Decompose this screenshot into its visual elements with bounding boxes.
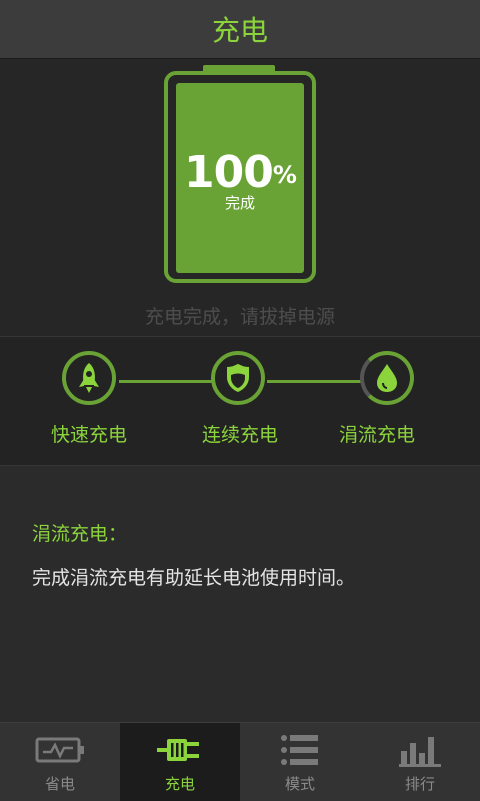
battery-percent-value: 100 — [184, 147, 274, 198]
rocket-icon — [79, 363, 99, 393]
rapid-charge-step[interactable] — [62, 351, 116, 405]
shield-icon — [227, 364, 249, 392]
mode-description-title: 涓流充电： — [32, 523, 128, 545]
continuous-charge-step[interactable] — [211, 351, 265, 405]
rapid-charge-label: 快速充电 — [50, 424, 127, 446]
battery-state-label: 完成 — [224, 194, 255, 212]
charge-status-text: 充电完成，请拔掉电源 — [144, 306, 335, 328]
bar-chart-icon — [399, 737, 441, 767]
list-icon — [281, 735, 318, 765]
step-connector-2 — [267, 380, 361, 383]
battery-percent-sign: % — [272, 161, 297, 189]
title-bar: 充电 — [0, 0, 480, 59]
tab-power-saving-label: 省电 — [44, 775, 75, 793]
tab-charging-label: 充电 — [164, 775, 195, 793]
tab-mode-label: 模式 — [284, 775, 315, 793]
continuous-charge-label: 连续充电 — [201, 424, 278, 446]
page-title: 充电 — [211, 14, 268, 47]
bottom-tab-bar: 省电 充电 模式 排行 — [0, 722, 480, 801]
battery-pulse-icon — [35, 737, 84, 763]
tab-power-saving[interactable]: 省电 — [0, 723, 120, 801]
tab-mode[interactable]: 模式 — [240, 723, 360, 801]
plug-icon — [157, 739, 199, 761]
mode-description-text: 完成涓流充电有助延长电池使用时间。 — [32, 567, 356, 589]
water-drop-icon — [377, 364, 397, 392]
tab-ranking[interactable]: 排行 — [360, 723, 480, 801]
trickle-charge-step[interactable] — [360, 351, 414, 405]
trickle-charge-label: 涓流充电 — [338, 424, 415, 446]
tab-charging[interactable]: 充电 — [120, 723, 240, 801]
tab-ranking-label: 排行 — [404, 775, 435, 793]
step-connector-1 — [119, 380, 213, 383]
